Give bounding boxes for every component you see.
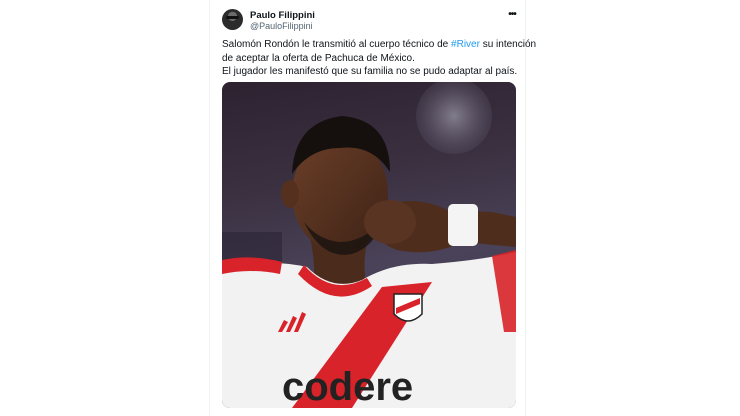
sponsor-logo: codere xyxy=(282,365,413,408)
tweet-text-line-2: de aceptar la oferta de Pachuca de Méxic… xyxy=(222,52,415,64)
club-crest-icon xyxy=(393,293,423,322)
avatar[interactable] xyxy=(222,9,243,30)
tweet-media-photo[interactable]: codere xyxy=(222,82,516,408)
ear xyxy=(281,180,299,208)
avatar-glasses xyxy=(226,16,239,19)
author-handle[interactable]: @PauloFilippini xyxy=(250,21,313,31)
wrist-tape xyxy=(448,204,478,246)
tweet-text: Salomón Rondón le transmitió al cuerpo t… xyxy=(222,38,536,79)
text-line1-after: su intención xyxy=(479,39,537,50)
text-line1-before: Salomón Rondón le transmitió al cuerpo t… xyxy=(222,39,452,50)
tweet-text-line-3: El jugador les manifestó que su familia … xyxy=(222,66,518,77)
hashtag-link[interactable]: #River xyxy=(451,39,480,50)
stadium-light xyxy=(416,82,492,154)
fist xyxy=(364,200,416,244)
footballer-photo: codere xyxy=(222,82,516,408)
tweet-text-line-1: Salomón Rondón le transmitió al cuerpo t… xyxy=(222,38,536,52)
more-options-icon[interactable]: ••• xyxy=(505,9,519,21)
author-name[interactable]: Paulo Filippini xyxy=(250,10,315,21)
